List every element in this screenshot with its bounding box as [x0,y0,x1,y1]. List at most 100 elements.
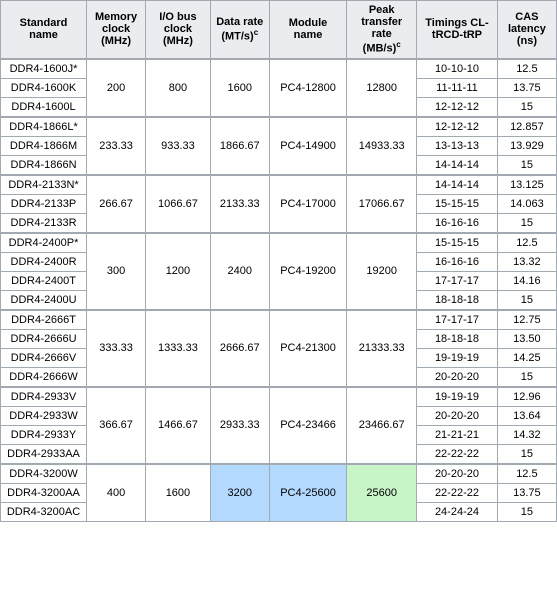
cell-cas-latency: 13.32 [497,252,556,271]
cell-data-rate: 1866.67 [210,117,269,175]
header-standard: Standard name [1,1,87,59]
cell-timings: 19-19-19 [417,387,498,407]
cell-peak-transfer: 23466.67 [347,387,417,464]
cell-peak-transfer: 14933.33 [347,117,417,175]
header-io: I/O bus clock (MHz) [146,1,211,59]
cell-timings: 24-24-24 [417,502,498,521]
cell-timings: 16-16-16 [417,252,498,271]
cell-cas-latency: 15 [497,502,556,521]
cell-timings: 14-14-14 [417,175,498,195]
header-memory: Memory clock (MHz) [87,1,146,59]
cell-cas-latency: 12.5 [497,59,556,79]
cell-timings: 22-22-22 [417,483,498,502]
ddr4-specs-table: Standard name Memory clock (MHz) I/O bus… [0,0,557,522]
cell-memory-clock: 333.33 [87,310,146,387]
cell-timings: 18-18-18 [417,290,498,310]
cell-timings: 12-12-12 [417,117,498,137]
cell-standard: DDR4-2133N* [1,175,87,195]
cell-peak-transfer: 25600 [347,464,417,522]
cell-io-clock: 1066.67 [146,175,211,233]
cell-cas-latency: 13.125 [497,175,556,195]
cell-module-name: PC4-21300 [269,310,346,387]
cell-standard: DDR4-2133P [1,194,87,213]
cell-cas-latency: 12.857 [497,117,556,137]
header-data: Data rate (MT/s)c [210,1,269,59]
cell-standard: DDR4-2933Y [1,425,87,444]
cell-cas-latency: 13.50 [497,329,556,348]
cell-cas-latency: 14.16 [497,271,556,290]
cell-standard: DDR4-1866N [1,155,87,175]
cell-module-name: PC4-23466 [269,387,346,464]
cell-timings: 20-20-20 [417,367,498,387]
cell-data-rate: 2666.67 [210,310,269,387]
cell-memory-clock: 266.67 [87,175,146,233]
cell-cas-latency: 12.96 [497,387,556,407]
cell-peak-transfer: 17066.67 [347,175,417,233]
cell-standard: DDR4-2933AA [1,444,87,464]
cell-timings: 17-17-17 [417,310,498,330]
cell-standard: DDR4-1600J* [1,59,87,79]
cell-module-name: PC4-17000 [269,175,346,233]
cell-standard: DDR4-2666T [1,310,87,330]
cell-module-name: PC4-25600 [269,464,346,522]
cell-standard: DDR4-1600L [1,97,87,117]
cell-timings: 11-11-11 [417,78,498,97]
cell-module-name: PC4-14900 [269,117,346,175]
cell-memory-clock: 366.67 [87,387,146,464]
cell-standard: DDR4-3200W [1,464,87,484]
cell-module-name: PC4-19200 [269,233,346,310]
cell-cas-latency: 15 [497,97,556,117]
cell-timings: 19-19-19 [417,348,498,367]
cell-cas-latency: 14.32 [497,425,556,444]
cell-standard: DDR4-2133R [1,213,87,233]
cell-io-clock: 933.33 [146,117,211,175]
cell-cas-latency: 13.75 [497,78,556,97]
header-cas: CAS latency (ns) [497,1,556,59]
cell-standard: DDR4-2933W [1,406,87,425]
cell-timings: 15-15-15 [417,194,498,213]
cell-timings: 12-12-12 [417,97,498,117]
cell-standard: DDR4-2400P* [1,233,87,253]
cell-timings: 20-20-20 [417,406,498,425]
cell-io-clock: 1333.33 [146,310,211,387]
cell-cas-latency: 12.5 [497,464,556,484]
cell-data-rate: 2400 [210,233,269,310]
cell-timings: 13-13-13 [417,136,498,155]
cell-cas-latency: 15 [497,290,556,310]
cell-cas-latency: 14.063 [497,194,556,213]
cell-memory-clock: 233.33 [87,117,146,175]
cell-standard: DDR4-2666U [1,329,87,348]
cell-standard: DDR4-1866L* [1,117,87,137]
cell-timings: 22-22-22 [417,444,498,464]
cell-module-name: PC4-12800 [269,59,346,117]
cell-io-clock: 800 [146,59,211,117]
cell-memory-clock: 300 [87,233,146,310]
cell-standard: DDR4-1866M [1,136,87,155]
cell-io-clock: 1466.67 [146,387,211,464]
cell-cas-latency: 13.929 [497,136,556,155]
cell-io-clock: 1200 [146,233,211,310]
cell-cas-latency: 15 [497,213,556,233]
cell-standard: DDR4-2400T [1,271,87,290]
cell-standard: DDR4-2400R [1,252,87,271]
cell-peak-transfer: 21333.33 [347,310,417,387]
header-timings: Timings CL-tRCD-tRP [417,1,498,59]
header-peak: Peak transfer rate (MB/s)c [347,1,417,59]
cell-standard: DDR4-2666W [1,367,87,387]
cell-standard: DDR4-2933V [1,387,87,407]
cell-cas-latency: 14.25 [497,348,556,367]
cell-data-rate: 2133.33 [210,175,269,233]
cell-timings: 20-20-20 [417,464,498,484]
cell-io-clock: 1600 [146,464,211,522]
cell-cas-latency: 13.64 [497,406,556,425]
cell-timings: 17-17-17 [417,271,498,290]
cell-cas-latency: 15 [497,444,556,464]
cell-data-rate: 1600 [210,59,269,117]
cell-standard: DDR4-3200AA [1,483,87,502]
cell-timings: 10-10-10 [417,59,498,79]
cell-cas-latency: 12.75 [497,310,556,330]
cell-cas-latency: 13.75 [497,483,556,502]
cell-memory-clock: 200 [87,59,146,117]
cell-timings: 14-14-14 [417,155,498,175]
cell-timings: 16-16-16 [417,213,498,233]
